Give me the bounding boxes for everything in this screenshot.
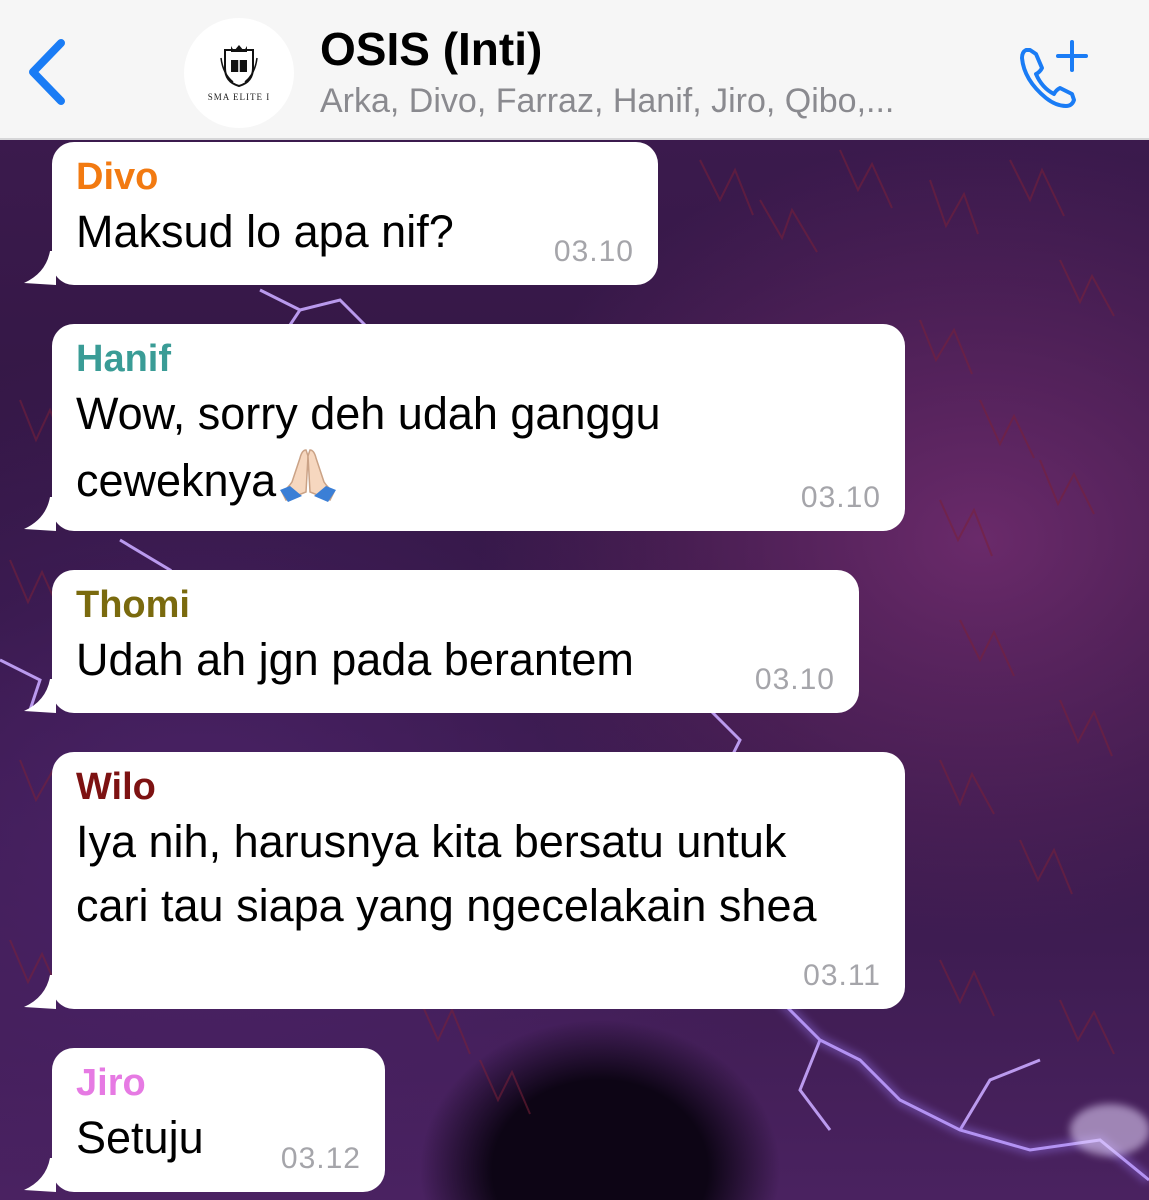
message-text: Udah ah jgn pada berantem [76,634,634,685]
message-time: 03.10 [553,235,634,268]
add-call-button[interactable] [1012,36,1096,112]
sender-name[interactable]: Thomi [76,582,835,628]
message-time: 03.10 [754,663,835,696]
message-bubble-thomi[interactable]: Thomi Udah ah jgn pada berantem 03.10 [24,570,859,713]
back-button[interactable] [22,36,72,108]
message-bubble-hanif[interactable]: Hanif Wow, sorry deh udah ganggu cewekny… [24,324,905,531]
sender-name[interactable]: Hanif [76,336,881,382]
message-text: Iya nih, harusnya kita bersatu untuk [76,816,787,867]
bubble-tail [24,679,56,713]
message-text: ceweknya [76,455,277,506]
message-time: 03.10 [800,481,881,514]
sender-name[interactable]: Jiro [76,1060,361,1106]
message-bubble-wilo[interactable]: Wilo Iya nih, harusnya kita bersatu untu… [24,752,905,1009]
message-text: Wow, sorry deh udah ganggu [76,388,661,439]
add-call-icon [1020,40,1088,108]
message-text: cari tau siapa yang ngecelakain shea [76,880,817,931]
message-text-line-2: ceweknya [76,446,881,519]
chat-background: Divo Maksud lo apa nif? 03.10 Hanif Wow,… [0,140,1149,1200]
chevron-left-icon [29,39,65,105]
bubble-tail [24,251,56,285]
message-time: 03.11 [803,959,881,992]
group-avatar[interactable]: SMA ELITE I [184,18,294,128]
sender-name[interactable]: Divo [76,154,634,200]
chat-title[interactable]: OSIS (Inti) [320,22,542,76]
message-bubble-jiro[interactable]: Jiro Setuju 03.12 [24,1048,385,1192]
folded-hands-icon [276,446,340,519]
bubble-tail [24,975,56,1009]
message-text: Maksud lo apa nif? [76,206,454,257]
message-bubble-divo[interactable]: Divo Maksud lo apa nif? 03.10 [24,142,658,285]
school-crest-icon [220,45,258,88]
participants-list[interactable]: Arka, Divo, Farraz, Hanif, Jiro, Qibo,..… [320,82,980,121]
bubble-tail [24,1158,56,1192]
bubble-tail [24,497,56,531]
message-time: 03.12 [280,1142,361,1175]
chat-header: SMA ELITE I OSIS (Inti) Arka, Divo, Farr… [0,0,1149,140]
sender-name[interactable]: Wilo [76,764,881,810]
avatar-caption: SMA ELITE I [207,92,271,102]
